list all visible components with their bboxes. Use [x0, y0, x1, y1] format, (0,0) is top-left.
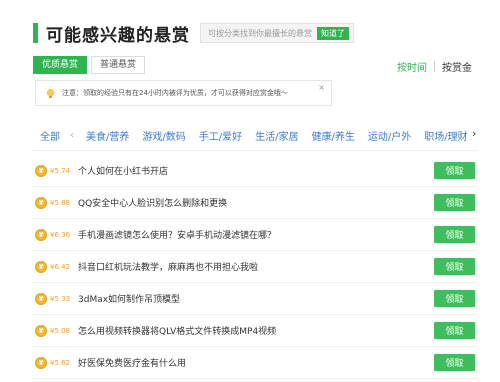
- question-title[interactable]: 抖音口红机玩法教学，麻麻再也不用担心我啦: [78, 260, 258, 273]
- question-list: ¥ ¥5.74 个人如何在小红书开店 领取 ¥ ¥5.88 QQ安全中心人脸识别…: [33, 155, 478, 379]
- lightbulb-icon: [44, 86, 57, 98]
- page-title: 可能感兴趣的悬赏: [46, 25, 190, 46]
- question-title[interactable]: 3dMax如何制作吊顶模型: [78, 292, 180, 305]
- reward-amount: ¥5.74: [50, 166, 71, 175]
- coin-icon: ¥: [35, 228, 47, 241]
- claim-button[interactable]: 领取: [434, 226, 475, 243]
- category-nav: 全部 ‹ 美食/营养 游戏/数码 手工/爱好 生活/家居 健康/养生 运动/户外…: [40, 128, 481, 143]
- reward-amount: ¥5.33: [50, 294, 71, 303]
- coin-icon: ¥: [35, 292, 47, 305]
- reward-tabs: 优质悬赏 普通悬赏: [33, 56, 146, 74]
- category-health[interactable]: 健康/养生: [312, 128, 355, 143]
- category-career[interactable]: 职场/理财: [424, 128, 467, 143]
- claim-button[interactable]: 领取: [434, 194, 475, 211]
- reward-amount: ¥5.08: [50, 326, 71, 335]
- close-icon[interactable]: ×: [318, 83, 325, 92]
- question-title[interactable]: 个人如何在小红书开店: [78, 164, 168, 177]
- sort-divider: [434, 61, 435, 72]
- list-item: ¥ ¥6.42 抖音口红机玩法教学，麻麻再也不用担心我啦 领取: [33, 251, 478, 283]
- coin-icon: ¥: [35, 260, 47, 273]
- category-crafts[interactable]: 手工/爱好: [199, 128, 242, 143]
- coin-icon: ¥: [35, 356, 47, 369]
- tab-quality-rewards[interactable]: 优质悬赏: [33, 56, 88, 74]
- question-title[interactable]: 怎么用视频转换器将QLV格式文件转换成MP4视频: [78, 324, 276, 337]
- list-item: ¥ ¥5.74 个人如何在小红书开店 领取: [33, 155, 478, 187]
- coin-icon: ¥: [35, 324, 47, 337]
- title-accent-bar: [33, 23, 38, 43]
- sort-options: 按时间 按赏金: [397, 59, 472, 74]
- sort-by-time-link[interactable]: 按时间: [397, 59, 427, 74]
- reward-amount: ¥6.42: [50, 262, 71, 271]
- hint-text: 可按分类找到你最擅长的悬赏: [208, 28, 312, 38]
- tab-normal-rewards[interactable]: 普通悬赏: [91, 56, 146, 74]
- category-home[interactable]: 生活/家居: [255, 128, 298, 143]
- reward-amount: ¥5.62: [50, 358, 71, 367]
- notice-text: 注意：领取的经验只有在24小时内被评为优质，才可以获得对应赏金哦～: [62, 89, 288, 97]
- coin-icon: ¥: [35, 196, 47, 209]
- category-food[interactable]: 美食/营养: [86, 128, 129, 143]
- coin-icon: ¥: [35, 164, 47, 177]
- claim-button[interactable]: 领取: [434, 354, 475, 371]
- claim-button[interactable]: 领取: [434, 258, 475, 275]
- question-title[interactable]: QQ安全中心人脸识别怎么删除和更换: [78, 196, 227, 209]
- chevron-left-icon[interactable]: ‹: [70, 130, 74, 141]
- list-item: ¥ ¥5.08 怎么用视频转换器将QLV格式文件转换成MP4视频 领取: [33, 315, 478, 347]
- category-all[interactable]: 全部: [40, 128, 60, 143]
- notice-box: 注意：领取的经验只有在24小时内被评为优质，才可以获得对应赏金哦～ ×: [35, 80, 332, 106]
- claim-button[interactable]: 领取: [434, 290, 475, 307]
- sort-by-reward-link[interactable]: 按赏金: [442, 59, 472, 74]
- claim-button[interactable]: 领取: [434, 162, 475, 179]
- list-item: ¥ ¥5.88 QQ安全中心人脸识别怎么删除和更换 领取: [33, 187, 478, 219]
- category-divider: [33, 150, 478, 151]
- category-sports[interactable]: 运动/户外: [368, 128, 411, 143]
- chevron-right-icon[interactable]: ›: [472, 127, 476, 140]
- page-header: 可能感兴趣的悬赏 可按分类找到你最擅长的悬赏 知道了: [33, 22, 354, 46]
- list-item: ¥ ¥5.62 好医保免费医疗金有什么用 领取: [33, 347, 478, 379]
- list-item: ¥ ¥5.33 3dMax如何制作吊顶模型 领取: [33, 283, 478, 315]
- list-item: ¥ ¥6.36 手机漫画滤镜怎么使用？安卓手机动漫滤镜在哪？ 领取: [33, 219, 478, 251]
- hint-box: 可按分类找到你最擅长的悬赏 知道了: [200, 23, 354, 43]
- question-title[interactable]: 好医保免费医疗金有什么用: [78, 356, 186, 369]
- hint-dismiss-button[interactable]: 知道了: [317, 26, 349, 40]
- question-title[interactable]: 手机漫画滤镜怎么使用？安卓手机动漫滤镜在哪？: [78, 228, 276, 241]
- claim-button[interactable]: 领取: [434, 322, 475, 339]
- category-games[interactable]: 游戏/数码: [142, 128, 185, 143]
- reward-amount: ¥6.36: [50, 230, 71, 239]
- reward-amount: ¥5.88: [50, 198, 71, 207]
